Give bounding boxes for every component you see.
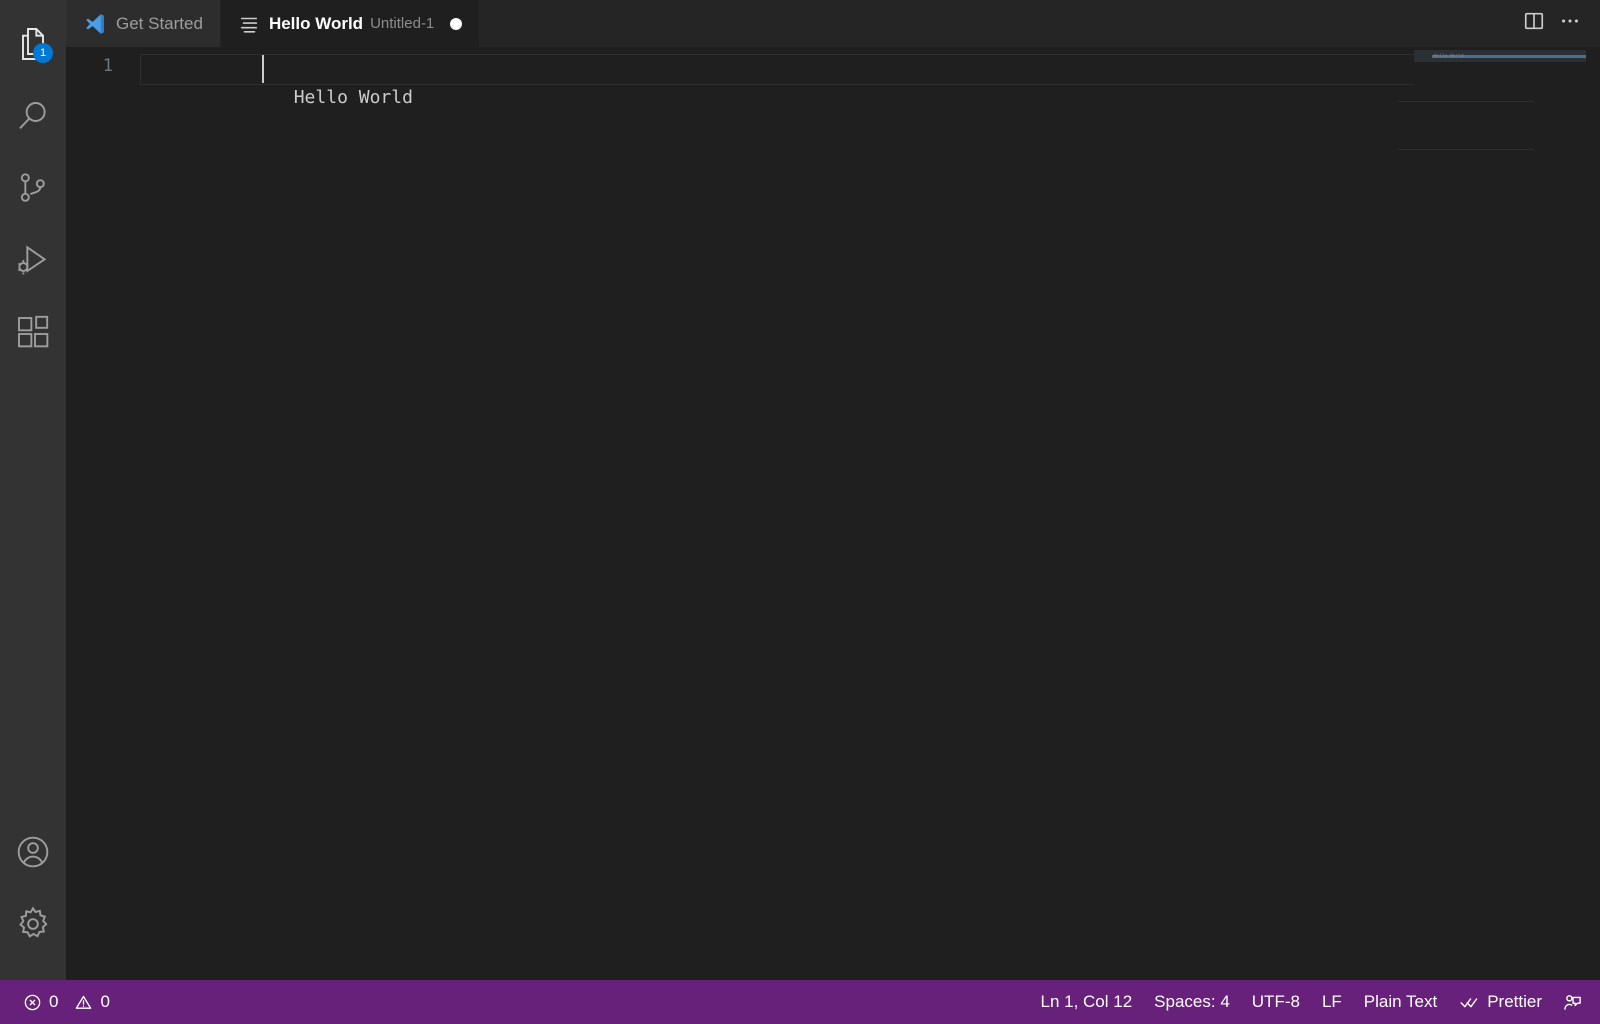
sidebar-item-run-and-debug[interactable]	[0, 224, 66, 296]
more-actions-button[interactable]	[1554, 8, 1586, 40]
status-editor-language[interactable]: Plain Text	[1353, 980, 1448, 1024]
text-cursor	[262, 55, 264, 83]
status-feedback[interactable]	[1553, 980, 1592, 1024]
status-editor-indentation[interactable]: Spaces: 4	[1143, 980, 1241, 1024]
overview-ruler[interactable]	[1586, 47, 1600, 980]
status-bar: 0 0 Ln 1, Col 12 Spaces: 4 UTF-8	[0, 980, 1600, 1024]
plain-text-file-icon	[238, 13, 260, 35]
line-number: 1	[66, 51, 113, 82]
activity-bar-top-group: 1	[0, 0, 66, 368]
tab-label: Get Started	[116, 14, 203, 34]
status-prettier[interactable]: Prettier	[1448, 980, 1553, 1024]
account-icon	[13, 832, 53, 872]
tab-dirty-indicator[interactable]	[450, 18, 462, 30]
extensions-icon	[13, 312, 53, 352]
search-icon	[13, 96, 53, 136]
editor-group: Get Started Hello World Untitled-1	[66, 0, 1600, 980]
prettier-label: Prettier	[1487, 980, 1542, 1024]
double-check-icon	[1459, 992, 1480, 1013]
code-line[interactable]: Hello World	[140, 51, 1600, 82]
sidebar-item-search[interactable]	[0, 80, 66, 152]
sidebar-item-source-control[interactable]	[0, 152, 66, 224]
line-number-gutter: 1	[66, 51, 140, 82]
warning-count: 0	[100, 980, 109, 1024]
minimap-stroke	[1398, 101, 1534, 102]
activity-bar: 1	[0, 0, 66, 980]
status-problems[interactable]: 0 0	[14, 980, 119, 1024]
source-control-icon	[13, 168, 53, 208]
gear-icon	[13, 904, 53, 944]
status-editor-selection[interactable]: Ln 1, Col 12	[1029, 980, 1143, 1024]
sidebar-item-explorer[interactable]: 1	[0, 8, 66, 80]
ellipsis-icon	[1559, 10, 1581, 37]
tab-get-started[interactable]: Get Started	[66, 0, 221, 47]
tab-label: Hello World	[269, 14, 363, 34]
run-and-debug-icon	[13, 240, 53, 280]
accounts-button[interactable]	[0, 816, 66, 888]
minimap-line-text: Hello World	[1434, 53, 1464, 59]
feedback-person-icon	[1562, 992, 1583, 1013]
editor-indentation-text: Spaces: 4	[1154, 980, 1230, 1024]
status-bar-left: 0 0	[14, 980, 119, 1024]
editor-actions	[1518, 0, 1600, 47]
editor-eol-text: LF	[1322, 980, 1342, 1024]
tab-hello-world[interactable]: Hello World Untitled-1	[221, 0, 480, 47]
explorer-badge: 1	[33, 43, 53, 63]
sidebar-item-extensions[interactable]	[0, 296, 66, 368]
workbench-body: 1	[0, 0, 1600, 980]
code-lines[interactable]: Hello World	[140, 51, 1600, 82]
manage-settings-button[interactable]	[0, 888, 66, 960]
text-editor[interactable]: 1 Hello World Hello World	[66, 47, 1600, 980]
error-count: 0	[49, 980, 58, 1024]
editor-tab-bar: Get Started Hello World Untitled-1	[66, 0, 1600, 47]
editor-selection-text: Ln 1, Col 12	[1040, 980, 1132, 1024]
split-editor-icon	[1523, 10, 1545, 37]
split-editor-right-button[interactable]	[1518, 8, 1550, 40]
warning-icon	[74, 993, 93, 1012]
error-icon	[23, 993, 42, 1012]
tab-list: Get Started Hello World Untitled-1	[66, 0, 480, 47]
editor-encoding-text: UTF-8	[1252, 980, 1300, 1024]
code-line-text: Hello World	[292, 87, 413, 108]
code-area[interactable]: 1 Hello World	[66, 47, 1600, 82]
vscode-logo-icon	[83, 12, 107, 36]
minimap[interactable]: Hello World	[1414, 47, 1586, 980]
status-bar-right: Ln 1, Col 12 Spaces: 4 UTF-8 LF Plain Te…	[1029, 980, 1600, 1024]
activity-bar-bottom-group	[0, 816, 66, 980]
vscode-window: 1	[0, 0, 1600, 1024]
status-editor-encoding[interactable]: UTF-8	[1241, 980, 1311, 1024]
status-editor-eol[interactable]: LF	[1311, 980, 1353, 1024]
editor-language-text: Plain Text	[1364, 980, 1437, 1024]
tab-description: Untitled-1	[370, 15, 434, 32]
minimap-stroke	[1398, 149, 1534, 150]
